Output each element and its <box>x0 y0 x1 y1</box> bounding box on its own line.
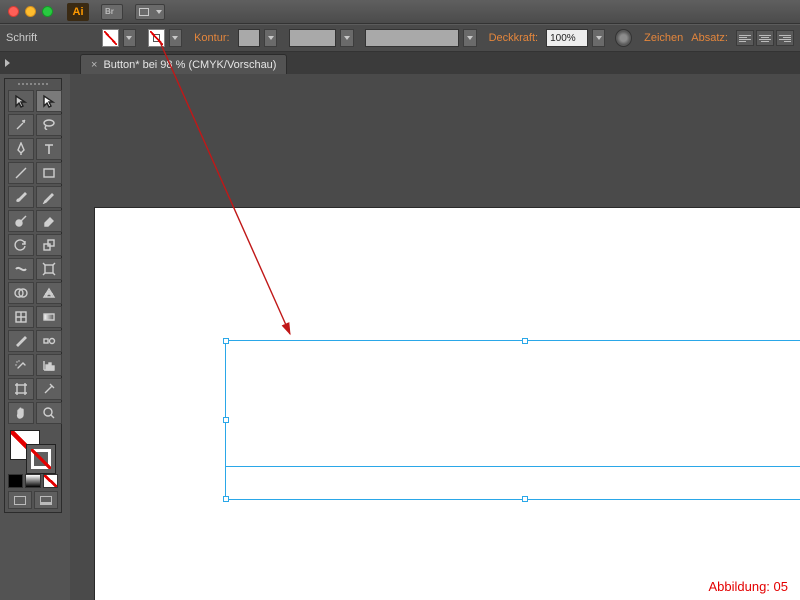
eyedropper-tool[interactable] <box>8 330 34 352</box>
pen-tool[interactable] <box>8 138 34 160</box>
arrange-documents-button[interactable] <box>135 4 165 20</box>
canvas-stage[interactable]: Abbildung: 05 <box>70 74 800 600</box>
deckkraft-label: Deckkraft: <box>489 32 539 44</box>
lasso-tool[interactable] <box>36 114 62 136</box>
stroke-profile-field[interactable] <box>289 29 336 47</box>
brush-definition-field[interactable] <box>365 29 459 47</box>
fill-swatch[interactable] <box>102 29 119 47</box>
stroke-weight-dropdown[interactable] <box>264 29 277 47</box>
figure-caption: Abbildung: 05 <box>708 579 788 594</box>
minimize-window-button[interactable] <box>25 6 36 17</box>
eraser-tool[interactable] <box>36 210 62 232</box>
app-logo: Ai <box>67 3 89 21</box>
tools-panel <box>4 78 62 513</box>
document-tab-title: Button* bei 98 % (CMYK/Vorschau) <box>103 59 276 71</box>
rotate-tool[interactable] <box>8 234 34 256</box>
kontur-label: Kontur: <box>194 32 229 44</box>
hand-tool[interactable] <box>8 402 34 424</box>
stroke-dropdown[interactable] <box>169 29 182 47</box>
scale-tool[interactable] <box>36 234 62 256</box>
type-tool[interactable] <box>36 138 62 160</box>
selected-edge <box>225 466 800 467</box>
screen-mode-normal[interactable] <box>8 491 32 509</box>
close-window-button[interactable] <box>8 6 19 17</box>
stroke-profile-dropdown[interactable] <box>340 29 353 47</box>
zoom-tool[interactable] <box>36 402 62 424</box>
pencil-tool[interactable] <box>36 186 62 208</box>
window-controls <box>8 6 53 17</box>
align-left-button[interactable] <box>736 30 754 46</box>
paragraph-panel-link[interactable]: Absatz: <box>691 32 728 44</box>
align-center-button[interactable] <box>756 30 774 46</box>
blob-brush-tool[interactable] <box>8 210 34 232</box>
screen-mode-change[interactable] <box>34 491 58 509</box>
close-tab-icon[interactable]: × <box>91 59 97 71</box>
tools-grip[interactable] <box>8 80 58 88</box>
brush-definition-dropdown[interactable] <box>463 29 476 47</box>
rectangle-tool[interactable] <box>36 162 62 184</box>
opacity-dropdown[interactable] <box>592 29 605 47</box>
maximize-window-button[interactable] <box>42 6 53 17</box>
graph-tool[interactable] <box>36 354 62 376</box>
color-mode-solid[interactable] <box>8 474 23 488</box>
perspective-grid-tool[interactable] <box>36 282 62 304</box>
free-transform-tool[interactable] <box>36 258 62 280</box>
artboard[interactable]: Abbildung: 05 <box>95 208 800 600</box>
align-right-button[interactable] <box>776 30 794 46</box>
recolor-artwork-button[interactable] <box>615 29 632 47</box>
artboard-tool[interactable] <box>8 378 34 400</box>
color-mode-gradient[interactable] <box>25 474 40 488</box>
gradient-tool[interactable] <box>36 306 62 328</box>
stroke-indicator[interactable] <box>26 444 56 474</box>
color-mode-none[interactable] <box>43 474 58 488</box>
paragraph-align-group <box>736 30 794 46</box>
stroke-weight-field[interactable] <box>238 29 261 47</box>
schrift-label: Schrift <box>6 32 37 44</box>
selection-tool[interactable] <box>8 90 34 112</box>
window-titlebar: Ai Br <box>0 0 800 24</box>
fill-dropdown[interactable] <box>123 29 136 47</box>
symbol-sprayer-tool[interactable] <box>8 354 34 376</box>
document-tab[interactable]: × Button* bei 98 % (CMYK/Vorschau) <box>80 54 287 74</box>
line-tool[interactable] <box>8 162 34 184</box>
fill-stroke-indicator[interactable] <box>8 428 60 472</box>
blend-tool[interactable] <box>36 330 62 352</box>
mesh-tool[interactable] <box>8 306 34 328</box>
opacity-input[interactable]: 100% <box>546 29 588 47</box>
options-bar: Schrift Kontur: Deckkraft: 100% Zeichen … <box>0 24 800 52</box>
stroke-swatch[interactable] <box>148 29 165 47</box>
character-panel-link[interactable]: Zeichen <box>644 32 683 44</box>
selection-bounding-box[interactable] <box>225 340 800 500</box>
paintbrush-tool[interactable] <box>8 186 34 208</box>
bridge-button[interactable]: Br <box>101 4 123 20</box>
magic-wand-tool[interactable] <box>8 114 34 136</box>
panel-expand-icon[interactable] <box>0 52 14 74</box>
shape-builder-tool[interactable] <box>8 282 34 304</box>
direct-selection-tool[interactable] <box>36 90 62 112</box>
slice-tool[interactable] <box>36 378 62 400</box>
screen-mode-row <box>8 491 58 509</box>
document-tab-strip: × Button* bei 98 % (CMYK/Vorschau) <box>0 52 800 74</box>
width-tool[interactable] <box>8 258 34 280</box>
color-mode-row <box>8 474 58 488</box>
